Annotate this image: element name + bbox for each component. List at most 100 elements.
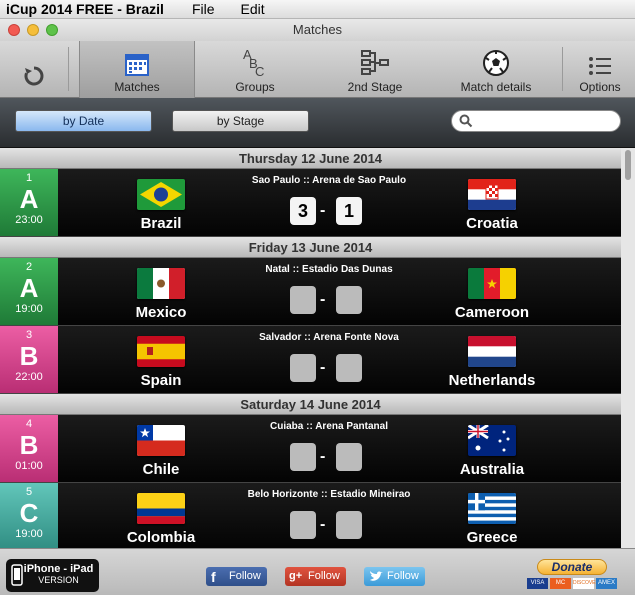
australia-flag-icon bbox=[468, 425, 516, 456]
facebook-icon: f bbox=[211, 569, 216, 585]
list-options-icon bbox=[570, 41, 630, 77]
edit-menu[interactable]: Edit bbox=[241, 1, 265, 17]
match-number: 2 bbox=[25, 261, 33, 273]
home-team: Spain bbox=[140, 372, 182, 389]
tab-2nd-stage-label: 2nd Stage bbox=[347, 80, 403, 94]
match-group: A bbox=[19, 184, 39, 214]
home-score[interactable] bbox=[290, 511, 316, 539]
minimize-window-button[interactable] bbox=[27, 24, 39, 36]
app-menu[interactable]: iCup 2014 FREE - Brazil bbox=[6, 1, 164, 17]
venue-city: Salvador bbox=[259, 332, 302, 343]
visa-card-icon: VISA bbox=[527, 578, 548, 589]
home-score[interactable] bbox=[290, 443, 316, 471]
match-row[interactable]: 3 B 22:00 Spain Salvador :: Arena Fonte … bbox=[0, 326, 621, 394]
home-team: Chile bbox=[142, 461, 180, 478]
refresh-icon bbox=[10, 41, 58, 87]
home-score[interactable]: 3 bbox=[290, 197, 316, 225]
away-score[interactable] bbox=[336, 286, 362, 314]
search-input[interactable] bbox=[451, 110, 621, 132]
facebook-follow-button[interactable]: f Follow bbox=[206, 567, 267, 586]
score-separator: - bbox=[320, 291, 326, 308]
match-row[interactable]: 2 A 19:00 Mexico Natal :: Estadio Das Du… bbox=[0, 258, 621, 326]
score-separator: - bbox=[320, 359, 326, 376]
match-group: B bbox=[19, 341, 39, 371]
day-header: Thursday 12 June 2014 bbox=[0, 148, 621, 169]
svg-text:C: C bbox=[255, 64, 264, 77]
away-team: Cameroon bbox=[454, 304, 530, 321]
by-stage-button[interactable]: by Stage bbox=[172, 110, 309, 132]
match-venue: Sao Paulo :: Arena de Sao Paulo bbox=[224, 175, 434, 186]
match-row[interactable]: 4 B 01:00 Chile Cuiaba :: Arena Pantanal… bbox=[0, 415, 621, 483]
tab-options[interactable]: Options bbox=[570, 41, 630, 98]
away-team: Greece bbox=[466, 529, 518, 546]
away-score[interactable] bbox=[336, 511, 362, 539]
greece-flag-icon bbox=[468, 493, 516, 524]
venue-separator: :: bbox=[303, 175, 310, 186]
iphone-ipad-button[interactable]: iPhone - iPad VERSION bbox=[6, 559, 99, 592]
away-team: Croatia bbox=[466, 215, 518, 232]
score-separator: - bbox=[320, 202, 326, 219]
match-badge: 5 C 19:00 bbox=[0, 483, 58, 548]
match-number: 3 bbox=[25, 329, 33, 341]
match-time: 19:00 bbox=[15, 303, 43, 315]
payment-cards: VISA MC DISCOVER AMEX bbox=[524, 578, 620, 589]
cameroon-flag-icon bbox=[468, 268, 516, 299]
tab-match-details[interactable]: Match details bbox=[446, 41, 546, 98]
venue-separator: :: bbox=[304, 332, 311, 343]
match-number: 4 bbox=[25, 418, 33, 430]
refresh-button[interactable] bbox=[10, 41, 58, 98]
toolbar: Matches ABC Groups 2nd Stage Match detai… bbox=[0, 41, 635, 98]
tab-groups[interactable]: ABC Groups bbox=[205, 41, 305, 98]
tab-2nd-stage[interactable]: 2nd Stage bbox=[325, 41, 425, 98]
file-menu[interactable]: File bbox=[192, 1, 215, 17]
venue-stadium: Arena Fonte Nova bbox=[313, 332, 399, 343]
match-badge: 3 B 22:00 bbox=[0, 326, 58, 393]
venue-city: Sao Paulo bbox=[251, 175, 301, 186]
colombia-flag-icon bbox=[137, 493, 185, 524]
home-team: Colombia bbox=[126, 529, 196, 546]
match-badge: 2 A 19:00 bbox=[0, 258, 58, 325]
match-number: 5 bbox=[25, 486, 33, 498]
away-score[interactable] bbox=[336, 443, 362, 471]
match-group: C bbox=[19, 498, 39, 528]
match-time: 01:00 bbox=[15, 460, 43, 472]
netherlands-flag-icon bbox=[468, 336, 516, 367]
window-title: Matches bbox=[292, 22, 343, 37]
match-row[interactable]: 5 C 19:00 Colombia Belo Horizonte :: Est… bbox=[0, 483, 621, 548]
mexico-flag-icon bbox=[137, 268, 185, 299]
close-window-button[interactable] bbox=[8, 24, 20, 36]
match-row[interactable]: 1 A 23:00 Brazil Sao Paulo :: Arena de S… bbox=[0, 169, 621, 237]
menu-bar: iCup 2014 FREE - Brazil File Edit bbox=[0, 0, 635, 19]
donate-label: Donate bbox=[537, 559, 607, 575]
tab-groups-label: Groups bbox=[235, 80, 275, 94]
venue-stadium: Estadio Mineirao bbox=[330, 489, 411, 500]
by-date-button[interactable]: by Date bbox=[15, 110, 152, 132]
tab-matches[interactable]: Matches bbox=[79, 41, 195, 98]
away-team: Netherlands bbox=[448, 372, 536, 389]
soccer-ball-icon bbox=[446, 41, 546, 77]
day-header: Saturday 14 June 2014 bbox=[0, 394, 621, 415]
donate-button[interactable]: Donate VISA MC DISCOVER AMEX bbox=[524, 559, 620, 594]
venue-city: Belo Horizonte bbox=[247, 489, 319, 500]
zoom-window-button[interactable] bbox=[46, 24, 58, 36]
away-score[interactable]: 1 bbox=[336, 197, 362, 225]
venue-separator: :: bbox=[320, 489, 328, 500]
tab-matches-label: Matches bbox=[114, 80, 160, 94]
brazil-flag-icon bbox=[137, 179, 185, 210]
match-badge: 1 A 23:00 bbox=[0, 169, 58, 236]
discover-card-icon: DISCOVER bbox=[573, 578, 599, 589]
away-score[interactable] bbox=[336, 354, 362, 382]
google-plus-follow-button[interactable]: g+ Follow bbox=[285, 567, 346, 586]
home-score[interactable] bbox=[290, 354, 316, 382]
twitter-follow-button[interactable]: Follow bbox=[364, 567, 425, 586]
scrollbar-track[interactable] bbox=[621, 148, 635, 548]
amex-card-icon: AMEX bbox=[596, 578, 617, 589]
score-separator: - bbox=[320, 516, 326, 533]
venue-separator: :: bbox=[292, 264, 300, 275]
match-group: A bbox=[19, 273, 39, 303]
tab-match-details-label: Match details bbox=[460, 80, 532, 94]
home-score[interactable] bbox=[290, 286, 316, 314]
chile-flag-icon bbox=[137, 425, 185, 456]
google-plus-follow-label: Follow bbox=[308, 570, 340, 582]
scrollbar-thumb[interactable] bbox=[625, 150, 631, 180]
